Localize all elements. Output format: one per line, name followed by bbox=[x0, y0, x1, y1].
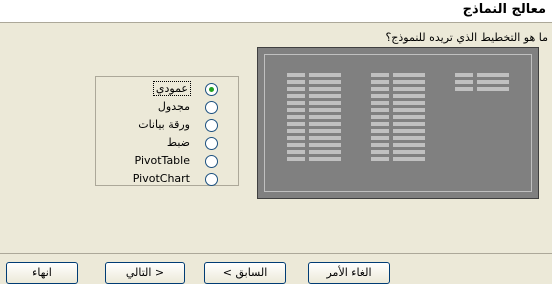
layout-option-datasheet[interactable]: ورقة بيانات bbox=[96, 116, 222, 134]
radio-icon[interactable] bbox=[205, 101, 218, 114]
layout-option-label: PivotTable bbox=[134, 154, 190, 167]
wizard-header: معالج النماذج bbox=[0, 0, 552, 23]
layout-option-label: مجدول bbox=[157, 100, 190, 113]
preview-column-1 bbox=[287, 73, 343, 163]
layout-question: ما هو التخطيط الذي تريده للنموذج؟ bbox=[385, 31, 548, 44]
layout-option-tabular[interactable]: مجدول bbox=[96, 98, 222, 116]
layout-preview bbox=[257, 47, 539, 199]
wizard-title: معالج النماذج bbox=[462, 2, 546, 17]
layout-option-label: PivotChart bbox=[132, 172, 190, 185]
back-button[interactable]: < السابق bbox=[204, 262, 286, 284]
layout-option-label: ضبط bbox=[166, 136, 190, 149]
finish-button[interactable]: انهاء bbox=[6, 262, 78, 284]
preview-column-3 bbox=[455, 73, 511, 103]
layout-option-columnar[interactable]: عمودي bbox=[96, 80, 222, 98]
layout-options-group: عمودي مجدول ورقة بيانات ضبط PivotTable P… bbox=[95, 76, 239, 186]
layout-option-pivottable[interactable]: PivotTable bbox=[96, 152, 222, 170]
next-button[interactable]: التالي > bbox=[105, 262, 185, 284]
radio-icon[interactable] bbox=[205, 119, 218, 132]
layout-option-label: عمودي bbox=[152, 81, 192, 96]
radio-icon[interactable] bbox=[205, 155, 218, 168]
cancel-button[interactable]: الغاء الأمر bbox=[308, 262, 390, 284]
radio-icon[interactable] bbox=[205, 137, 218, 150]
layout-option-label: ورقة بيانات bbox=[138, 118, 190, 131]
radio-selected-icon[interactable] bbox=[205, 83, 218, 96]
layout-preview-frame bbox=[264, 54, 532, 192]
layout-option-pivotchart[interactable]: PivotChart bbox=[96, 170, 222, 188]
footer-divider bbox=[0, 253, 552, 254]
layout-option-justified[interactable]: ضبط bbox=[96, 134, 222, 152]
radio-icon[interactable] bbox=[205, 173, 218, 186]
preview-column-2 bbox=[371, 73, 427, 163]
radio-dot-icon bbox=[209, 87, 214, 92]
